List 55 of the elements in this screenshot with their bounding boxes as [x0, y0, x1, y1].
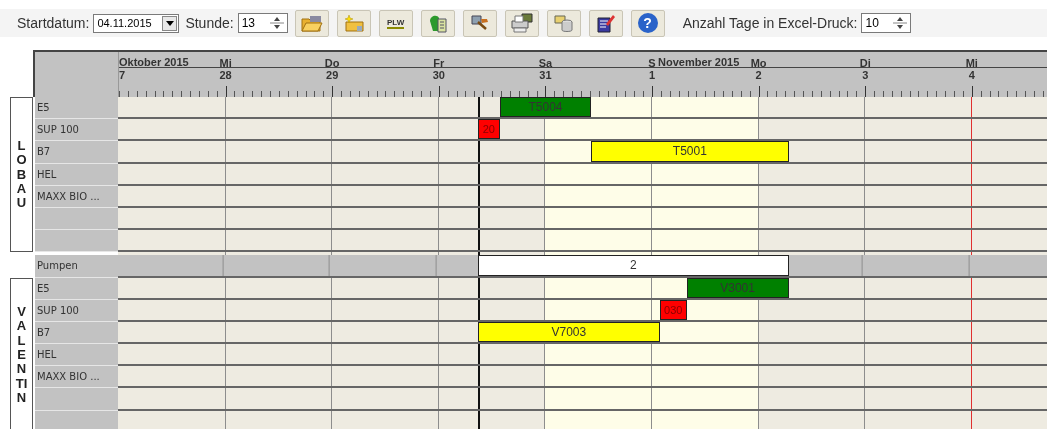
row-name: HEL	[35, 163, 118, 186]
toolbar-button[interactable]	[504, 9, 539, 37]
schedule-bar[interactable]: 2	[477, 255, 789, 276]
dropdown-arrow-icon[interactable]	[165, 20, 174, 26]
edit-form-icon	[595, 13, 616, 33]
folder-icon	[300, 14, 323, 32]
date-label: 4	[968, 69, 975, 81]
row-name: Pumpen	[35, 255, 118, 278]
date-label: 1	[648, 69, 656, 81]
hour-label: Stunde:	[185, 15, 234, 31]
date-label: 30	[432, 69, 445, 81]
sparkle-folder-icon	[342, 14, 365, 32]
date-label: 31	[539, 69, 552, 81]
date-label: 7	[119, 69, 126, 81]
row-name: E5	[35, 97, 118, 120]
date-label: 29	[326, 69, 339, 81]
row-name: HEL	[35, 344, 118, 367]
row-name: B7	[35, 141, 118, 164]
book-icon	[427, 13, 448, 33]
weekday-label: S	[648, 57, 656, 69]
group-label: VALENTIN	[15, 305, 28, 406]
row-name: B7	[35, 321, 118, 345]
excel-days-label: Anzahl Tage in Excel-Druck:	[682, 15, 858, 31]
printer-icon	[509, 13, 534, 33]
month-label: November 2015	[658, 56, 740, 68]
toolbar-button[interactable]: PLW	[378, 9, 413, 37]
group-label: LOBAU	[15, 138, 28, 211]
database-icon	[552, 13, 575, 33]
date-label: 3	[862, 69, 869, 81]
start-date-label: Startdatum:	[17, 15, 90, 31]
toolbar-button[interactable]: ?	[630, 9, 665, 37]
row-name: MAXX BIO ...	[35, 366, 118, 389]
row-name: MAXX BIO ...	[35, 185, 118, 208]
weekday-label: Do	[324, 57, 340, 69]
month-label: Oktober 2015	[119, 56, 189, 68]
toolbar-button[interactable]	[462, 9, 497, 37]
date-label: 28	[219, 69, 232, 81]
weekday-label: Mo	[750, 57, 767, 69]
date-label: 2	[755, 69, 762, 81]
toolbar-button[interactable]	[588, 9, 623, 37]
row-name: SUP 100	[35, 299, 118, 322]
weekday-label: Sa	[538, 57, 553, 69]
weekday-label: Fr	[433, 57, 445, 69]
hour-spinner[interactable]: 13	[237, 13, 288, 33]
excel-days-spinner[interactable]: 10	[861, 13, 912, 33]
spinner-arrows-icon[interactable]	[892, 15, 909, 31]
weekday-label: Di	[859, 57, 871, 69]
schedule-bar[interactable]: T5001	[591, 141, 789, 162]
row-name: SUP 100	[35, 119, 118, 142]
weekday-label: Mi	[219, 57, 232, 69]
hammer-icon	[469, 14, 490, 32]
weekday-label: Mi	[965, 57, 978, 69]
spinner-arrows-icon[interactable]	[268, 15, 285, 31]
row-name: E5	[35, 277, 118, 300]
date-dropdown[interactable]: 04.11.2015	[93, 13, 180, 33]
